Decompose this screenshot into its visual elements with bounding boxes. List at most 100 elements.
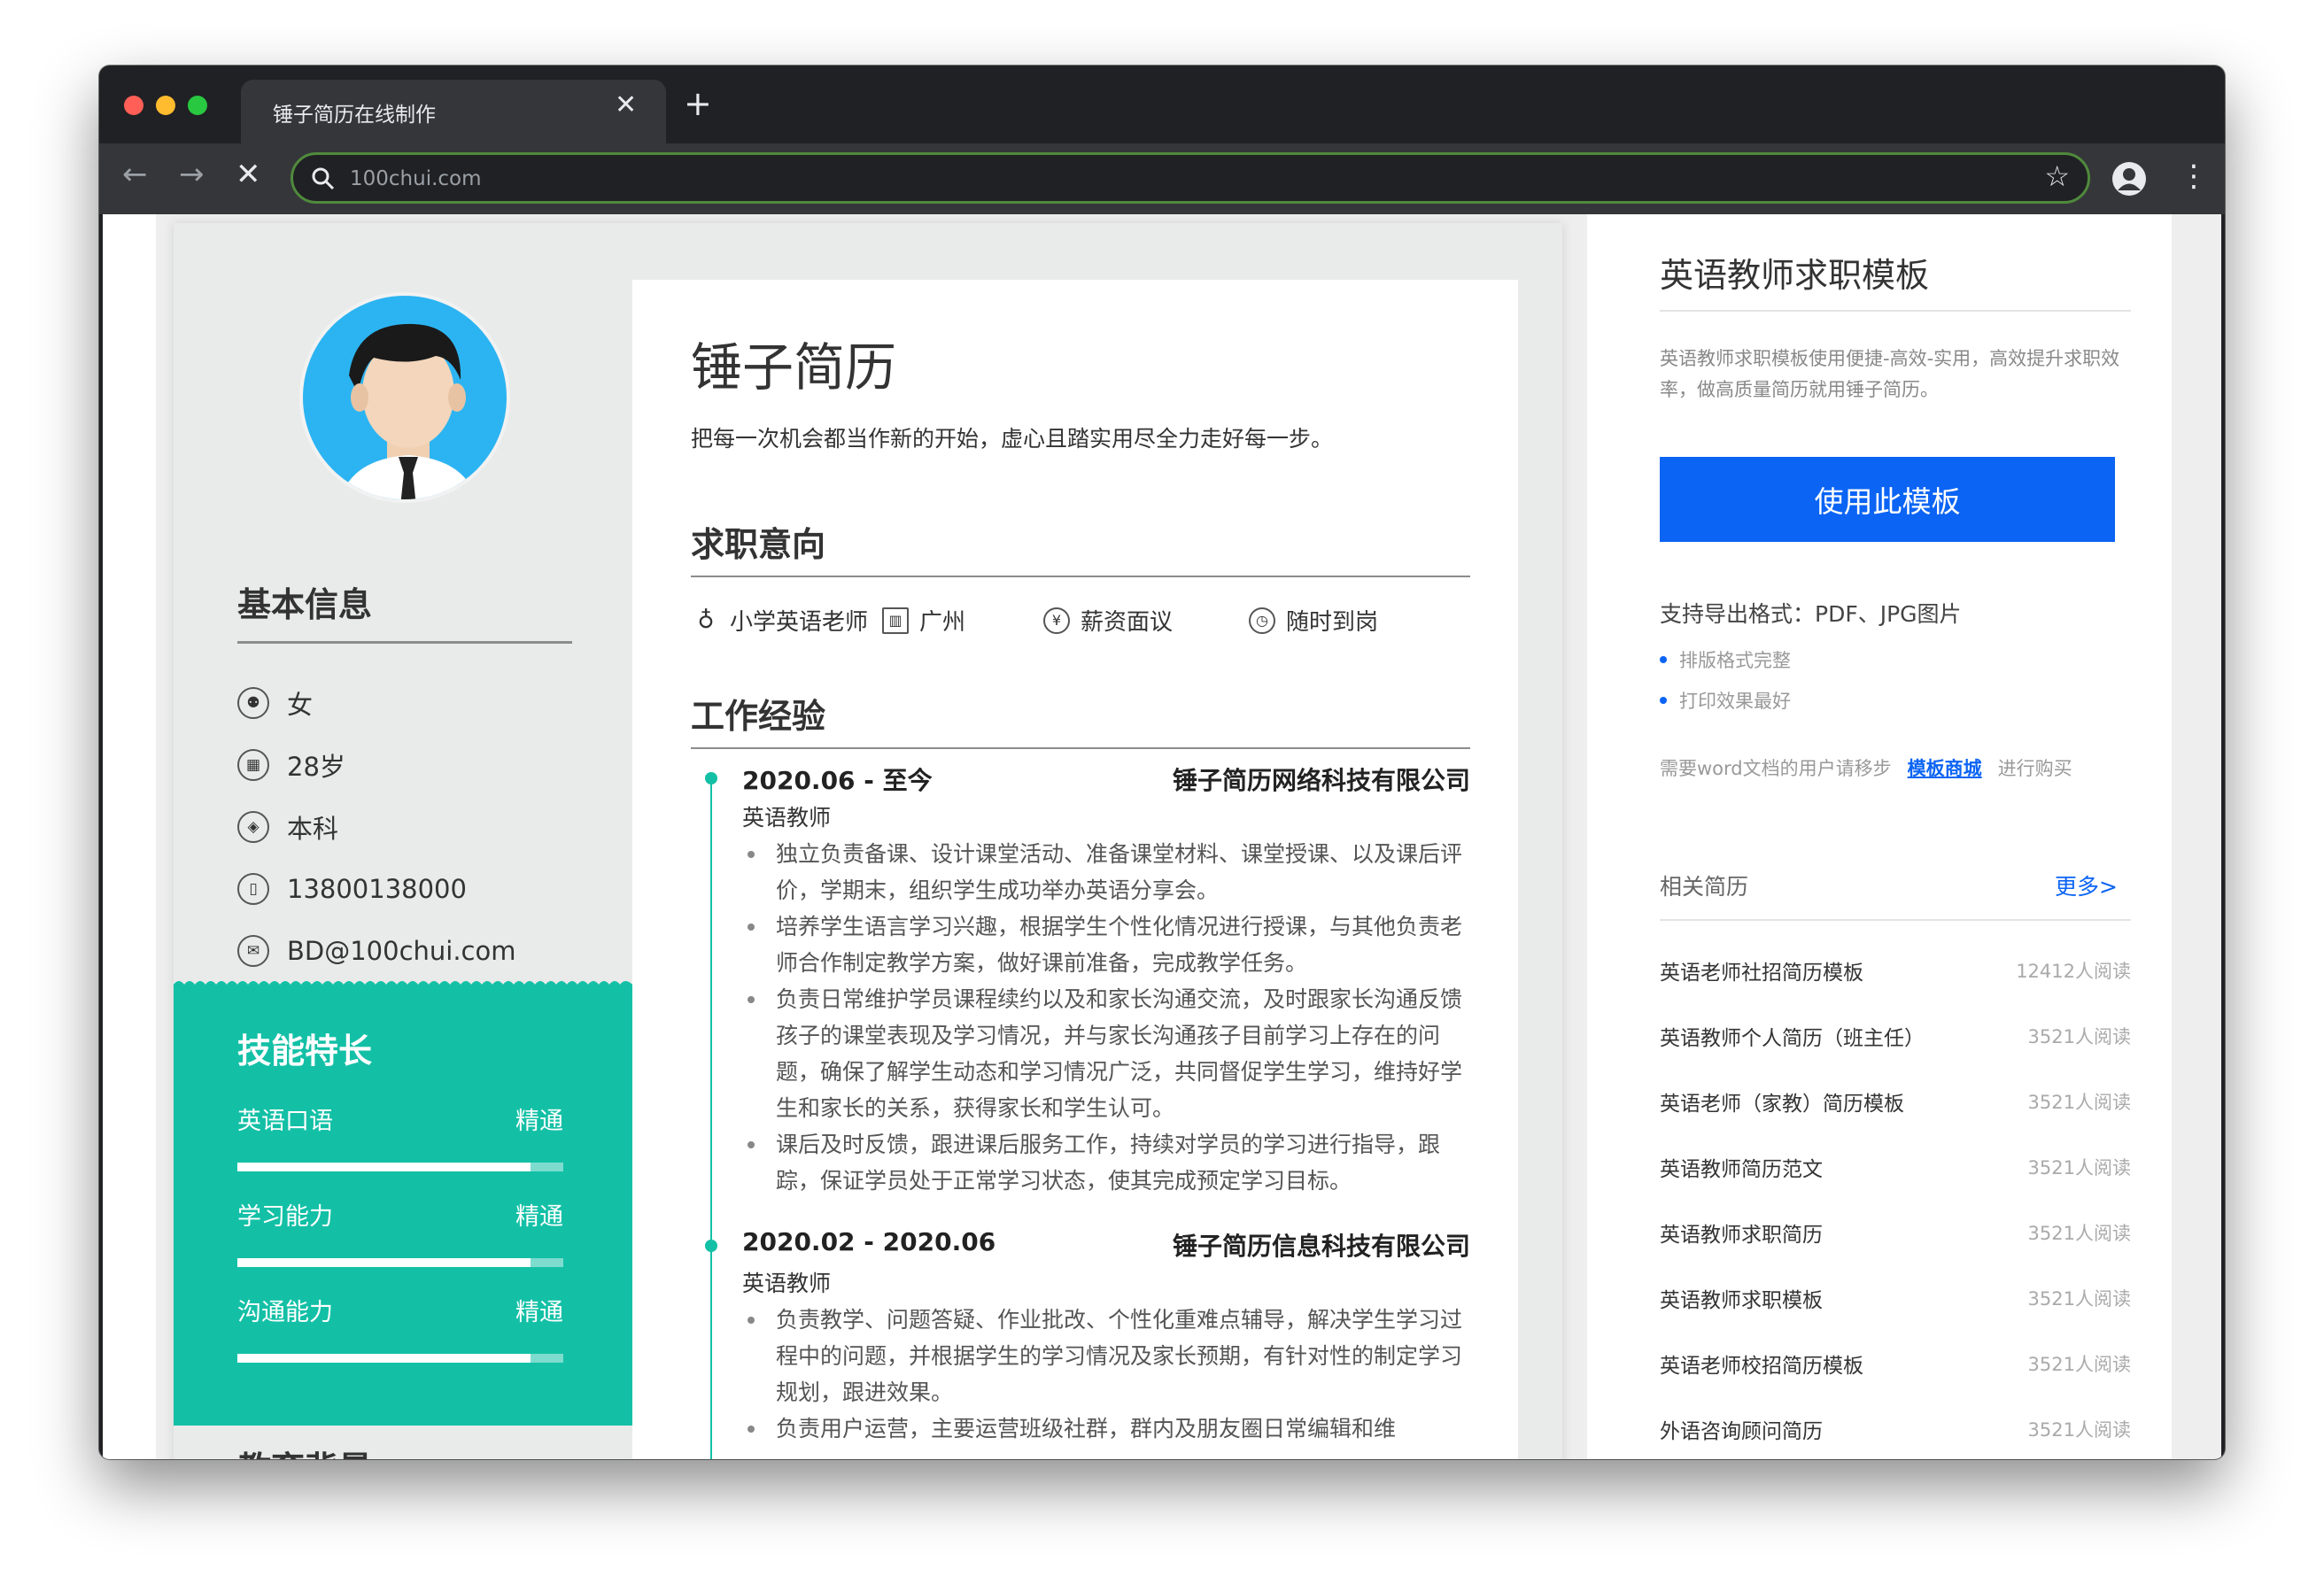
info-email-text: BD@100chui.com [287, 936, 516, 966]
education-heading: 教育背景 [237, 1441, 372, 1459]
phone-icon: ▯ [237, 873, 269, 905]
intent-salary: ¥ 薪资面议 [1043, 604, 1173, 637]
intent-city: ▥ 广州 [882, 604, 965, 637]
info-email: ✉ BD@100chui.com [237, 931, 516, 970]
browser-tab[interactable]: 锤子简历在线制作 ✕ [241, 80, 666, 143]
intent-salary-text: 薪资面议 [1081, 609, 1174, 636]
avatar-illustration [339, 323, 477, 499]
word-notice-prefix: 需要word文档的用户请移步 [1660, 758, 1892, 779]
template-description: 英语教师求职模板使用便捷-高效-实用，高效提升求职效率，做高质量简历就用锤子简历… [1660, 348, 2120, 400]
related-count: 3521人阅读 [2027, 1419, 2131, 1441]
job-duties: 负责教学、问题答疑、作业批改、个性化重难点辅导，解决学生学习过程中的问题，并根据… [742, 1302, 1477, 1447]
info-phone: ▯ 13800138000 [237, 869, 467, 908]
browser-menu-icon[interactable]: ⋮ [2179, 161, 2209, 191]
feature-text: 打印效果最好 [1679, 691, 1791, 712]
intent-availability: ◷ 随时到岗 [1249, 604, 1378, 637]
new-tab-button[interactable]: + [684, 87, 712, 120]
stop-loading-button[interactable]: ✕ [236, 159, 261, 189]
related-title[interactable]: 英语老师（家教）简历模板 [1660, 1086, 1904, 1117]
resume-main-column: 锤子简历 把每一次机会都当作新的开始，虚心且踏实用尽全力走好每一步。 求职意向 … [632, 280, 1518, 1459]
related-item[interactable]: 外语咨询顾问简历 3521人阅读 [1660, 1411, 2131, 1447]
related-item[interactable]: 英语教师求职简历 3521人阅读 [1660, 1215, 2131, 1250]
skill-name: 学习能力 [237, 1203, 333, 1231]
skill-level: 精通 [515, 1203, 563, 1231]
skill-bar-fill [237, 1354, 531, 1363]
skill-bar [237, 1354, 563, 1363]
related-count: 12412人阅读 [2016, 961, 2131, 982]
skill-level: 精通 [515, 1108, 563, 1135]
resume-name: 锤子简历 [691, 337, 897, 398]
job-company: 锤子简历信息科技有限公司 [1172, 1232, 1470, 1261]
related-title[interactable]: 英语老师社招简历模板 [1660, 955, 1863, 985]
duty-item: 独立负责备课、设计课堂活动、准备课堂材料、课堂授课、以及课后评价，学期末，组织学… [742, 836, 1477, 908]
info-phone-text: 13800138000 [287, 874, 467, 904]
related-item[interactable]: 英语老师（家教）简历模板 3521人阅读 [1660, 1084, 2131, 1119]
job-role: 英语教师 [742, 1271, 832, 1296]
page-margin [103, 214, 156, 1459]
duty-item: 负责用户运营，主要运营班级社群，群内及朋友圈日常编辑和维 [742, 1410, 1477, 1447]
skill-item: 英语口语 精通 [237, 1101, 563, 1171]
feature-item: 打印效果最好 [1660, 687, 1791, 714]
info-gender-text: 女 [287, 690, 314, 720]
tie-icon: ♁ [697, 607, 715, 634]
template-sidebar: 英语教师求职模板 英语教师求职模板使用便捷-高效-实用，高效提升求职效率，做高质… [1587, 214, 2172, 1459]
skill-name: 英语口语 [237, 1108, 333, 1135]
related-count: 3521人阅读 [2027, 1223, 2131, 1244]
related-title[interactable]: 英语教师个人简历（班主任） [1660, 1021, 1925, 1051]
intent-position: ♁ 小学英语老师 [693, 604, 868, 637]
minimize-window-button[interactable] [156, 96, 175, 115]
duty-item: 培养学生语言学习兴趣，根据学生个性化情况进行授课，与其他负责老师合作制定教学方案… [742, 908, 1477, 981]
job-intent-heading: 求职意向 [691, 525, 826, 564]
profile-icon[interactable] [2111, 161, 2147, 197]
divider [237, 641, 572, 644]
duty-item: 课后及时反馈，跟进课后服务工作，持续对学员的学习进行指导，跟踪，保证学员处于正常… [742, 1126, 1477, 1199]
close-window-button[interactable] [124, 96, 143, 115]
divider [1660, 310, 2131, 312]
forward-button[interactable]: → [179, 159, 205, 189]
timeline-dot [705, 1240, 717, 1252]
skill-item: 学习能力 精通 [237, 1197, 563, 1267]
related-title[interactable]: 英语老师校招简历模板 [1660, 1349, 1863, 1379]
tab-close-icon[interactable]: ✕ [615, 92, 637, 119]
bookmark-star-icon[interactable]: ☆ [2044, 162, 2070, 190]
more-link[interactable]: 更多> [2055, 869, 2118, 901]
related-title[interactable]: 英语教师求职简历 [1660, 1217, 1823, 1248]
info-age-text: 28岁 [287, 752, 345, 782]
job-duties: 独立负责备课、设计课堂活动、准备课堂材料、课堂授课、以及课后评价，学期末，组织学… [742, 836, 1477, 1199]
skill-bar-fill [237, 1258, 531, 1267]
info-age: ▦ 28岁 [237, 746, 345, 784]
gender-icon: ⚉ [237, 687, 269, 719]
timeline-line [710, 774, 712, 1459]
related-count: 3521人阅读 [2027, 1092, 2131, 1113]
timeline-dot [705, 772, 717, 784]
word-notice: 需要word文档的用户请移步 模板商城 进行购买 [1660, 754, 2072, 781]
related-item[interactable]: 英语教师求职模板 3521人阅读 [1660, 1280, 2131, 1316]
job-role: 英语教师 [742, 805, 832, 831]
related-item[interactable]: 英语教师简历范文 3521人阅读 [1660, 1149, 2131, 1185]
related-title[interactable]: 英语教师简历范文 [1660, 1152, 1823, 1182]
related-item[interactable]: 英语老师社招简历模板 12412人阅读 [1660, 953, 2131, 988]
skills-heading: 技能特长 [237, 1032, 373, 1070]
job-date: 2020.02 - 2020.06 [742, 1227, 996, 1256]
template-mall-link[interactable]: 模板商城 [1908, 758, 1982, 779]
related-title[interactable]: 英语教师求职模板 [1660, 1283, 1823, 1313]
divider [691, 576, 1470, 577]
maximize-window-button[interactable] [188, 96, 207, 115]
related-item[interactable]: 英语老师校招简历模板 3521人阅读 [1660, 1346, 2131, 1381]
related-heading: 相关简历 [1660, 874, 1749, 900]
info-education: ◈ 本科 [237, 808, 338, 846]
skill-bar [237, 1258, 563, 1267]
related-title[interactable]: 外语咨询顾问简历 [1660, 1414, 1823, 1444]
use-template-button[interactable]: 使用此模板 [1660, 457, 2115, 542]
duty-item: 负责日常维护学员课程续约以及和家长沟通交流，及时跟家长沟通反馈孩子的课堂表现及学… [742, 981, 1477, 1126]
intent-availability-text: 随时到岗 [1286, 609, 1379, 636]
skill-bar [237, 1163, 563, 1171]
basic-info-heading: 基本信息 [237, 585, 373, 624]
duty-item: 负责教学、问题答疑、作业批改、个性化重难点辅导，解决学生学习过程中的问题，并根据… [742, 1302, 1477, 1410]
word-notice-suffix: 进行购买 [1997, 758, 2072, 779]
address-bar[interactable]: 100chui.com ☆ [290, 152, 2090, 204]
back-button[interactable]: ← [122, 159, 148, 189]
related-item[interactable]: 英语教师个人简历（班主任） 3521人阅读 [1660, 1018, 2131, 1054]
search-icon [312, 167, 335, 190]
feature-text: 排版格式完整 [1679, 650, 1791, 671]
